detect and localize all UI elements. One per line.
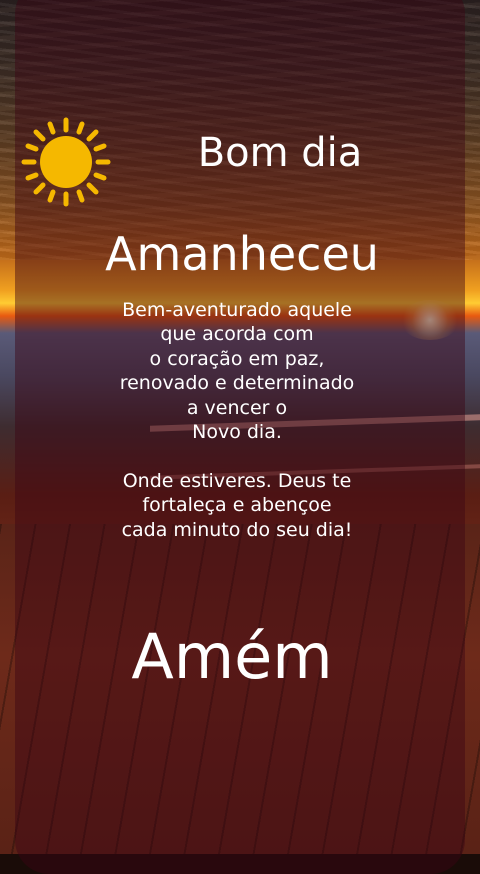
message-line: que acorda com [160,323,314,346]
message-text: Bem-aventurado aquele que acorda com o c… [0,298,477,542]
headline: Amanheceu [105,227,379,281]
message-line: Bem-aventurado aquele [122,299,352,321]
message-line: Novo dia. [192,421,282,444]
message-line: renovado e determinado [119,372,355,395]
message-line: cada minuto do seu dia! [121,518,353,541]
greeting-title: Bom dia [197,130,363,176]
message-line: fortaleça e abençoe [142,494,332,517]
message-line: o coração em paz, [149,347,325,370]
message-line: a vencer o [186,396,288,419]
message-line [0,444,477,468]
message-line: Onde estiveres. Deus te [122,469,352,492]
closing-word: Amém [131,620,333,693]
